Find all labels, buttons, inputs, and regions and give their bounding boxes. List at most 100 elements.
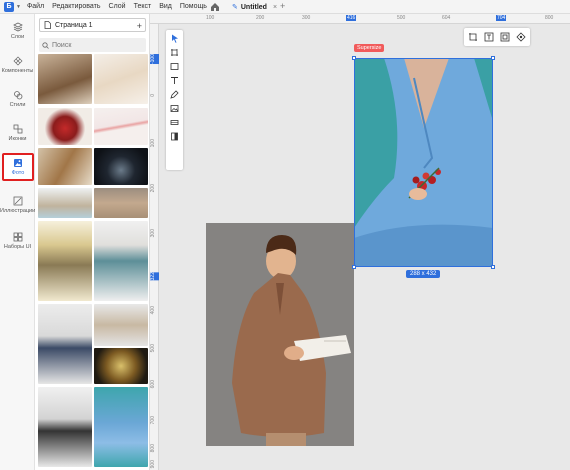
rail-item-layers[interactable]: Слои (0, 22, 35, 41)
page-name: Страница 1 (55, 21, 93, 29)
photo-thumb[interactable] (38, 387, 92, 467)
home-icon[interactable] (210, 2, 220, 12)
ruler-tick-highlight: 416 (346, 15, 357, 21)
rail-item-components[interactable]: Компоненты (0, 56, 35, 75)
rail-item-label: Иллюстрации (0, 208, 36, 214)
styles-icon (13, 91, 22, 100)
photo-thumb[interactable] (94, 221, 148, 301)
selection-size-badge: 288 x 432 (406, 270, 441, 278)
resize-handle-top-left[interactable] (352, 56, 356, 60)
ruler-tick: 100 (150, 139, 156, 148)
photo-thumb[interactable] (94, 188, 148, 218)
photo-thumb[interactable] (38, 304, 92, 384)
search-box[interactable] (39, 38, 146, 52)
rail-item-illustrations[interactable]: Иллюстрации (0, 196, 35, 215)
crop-icon[interactable] (468, 32, 478, 42)
design-canvas[interactable]: 100 200 300 416 500 604 704 800 -100 0 1… (150, 14, 570, 470)
text-frame-icon[interactable] (484, 32, 494, 42)
ruler-tick: 300 (302, 15, 311, 21)
menu-layer[interactable]: Слой (109, 3, 126, 10)
tab-untitled-label: Untitled (240, 3, 267, 11)
rail-item-styles[interactable]: Стили (0, 90, 35, 109)
add-page-button[interactable]: + (137, 21, 142, 31)
app-logo[interactable]: Б (4, 1, 14, 12)
mask-icon (171, 132, 178, 141)
rail-item-label: Стили (9, 102, 26, 108)
frame-icon (171, 49, 178, 56)
shape-tool[interactable] (169, 61, 180, 72)
ruler-tick: 100 (206, 15, 215, 21)
canvas-photo-brown-dress[interactable] (206, 223, 354, 446)
resize-handle-top-right[interactable] (491, 56, 495, 60)
select-tool[interactable] (169, 33, 180, 44)
menu-help[interactable]: Помощь (180, 3, 207, 10)
ruler-tick: 500 (150, 344, 156, 353)
ruler-tick: 800 (150, 444, 156, 453)
ruler-tick: 0 (150, 94, 156, 97)
ruler-tick: 200 (150, 184, 156, 193)
mask-tool[interactable] (169, 131, 180, 142)
photo-thumb[interactable] (94, 54, 148, 104)
illustration-icon (13, 196, 22, 206)
menu-view[interactable]: Вид (159, 3, 172, 10)
ruler-tick-highlight: -100 (150, 54, 159, 65)
photo-thumb[interactable] (94, 348, 148, 384)
component-tool[interactable] (169, 117, 180, 128)
photo-thumb[interactable] (38, 108, 92, 145)
pen-tool-icon (170, 90, 179, 99)
photo-thumb[interactable] (94, 304, 148, 346)
tab-untitled[interactable]: ✎ Untitled × (228, 1, 281, 13)
image-tool[interactable] (169, 103, 180, 114)
search-input[interactable] (52, 41, 142, 49)
top-ruler: 100 200 300 416 500 604 704 800 (150, 14, 570, 24)
ruler-tick: 600 (150, 380, 156, 389)
resize-handle-bottom-left[interactable] (352, 265, 356, 269)
menu-bar: Б ▼ Файл Редактировать Слой Текст Вид По… (0, 0, 570, 14)
component-icon (170, 120, 179, 125)
photo-thumb[interactable] (94, 108, 148, 145)
ruler-tick: 300 (150, 229, 156, 238)
rectangle-icon (170, 63, 179, 70)
image-icon (170, 105, 179, 112)
close-tab-icon[interactable]: × (273, 4, 277, 11)
photo-thumb[interactable] (94, 148, 148, 185)
photo-thumb[interactable] (38, 148, 92, 185)
rail-item-icons[interactable]: Иконки (0, 124, 35, 143)
ruler-tick: 200 (256, 15, 265, 21)
frame-tool[interactable] (169, 47, 180, 58)
text-icon (171, 77, 178, 84)
page-selector[interactable]: Страница 1 + (39, 18, 146, 32)
rail-item-label: Компоненты (1, 68, 34, 74)
rail-item-ui-kits[interactable]: Наборы UI (0, 232, 35, 251)
ui-kit-icon (13, 232, 22, 242)
menu-edit[interactable]: Редактировать (52, 3, 100, 10)
photo-thumb[interactable] (38, 221, 92, 301)
rail-item-label: Фото (11, 170, 25, 176)
text-tool[interactable] (169, 75, 180, 86)
tool-palette (166, 30, 183, 170)
photo-thumb[interactable] (38, 188, 92, 218)
ruler-tick: 604 (442, 15, 451, 21)
new-tab-button[interactable]: + (280, 1, 285, 11)
menu-text[interactable]: Текст (134, 3, 152, 10)
components-icon (13, 56, 22, 66)
rail-item-label: Иконки (8, 136, 27, 142)
rail-item-label: Наборы UI (3, 244, 32, 250)
app-menu-caret-icon[interactable]: ▼ (16, 4, 21, 10)
photos-panel: Страница 1 + (35, 14, 150, 470)
photo-thumb[interactable] (94, 387, 148, 467)
pen-tool[interactable] (169, 89, 180, 100)
ruler-tick: 500 (397, 15, 406, 21)
quick-actions-bar (464, 28, 530, 46)
component-diamond-icon[interactable] (516, 32, 526, 42)
photo-icon (14, 159, 22, 167)
left-rail: Слои Компоненты Стили Иконки Фото Иллюст… (0, 14, 35, 470)
ruler-tick: 900 (150, 460, 156, 469)
menu-file[interactable]: Файл (27, 3, 44, 10)
rail-item-photos[interactable]: Фото (2, 153, 34, 181)
layers-icon (12, 22, 23, 32)
photo-thumb[interactable] (38, 54, 92, 104)
resize-handle-bottom-right[interactable] (491, 265, 495, 269)
selection-frame[interactable] (354, 58, 493, 267)
resize-icon[interactable] (500, 32, 510, 42)
